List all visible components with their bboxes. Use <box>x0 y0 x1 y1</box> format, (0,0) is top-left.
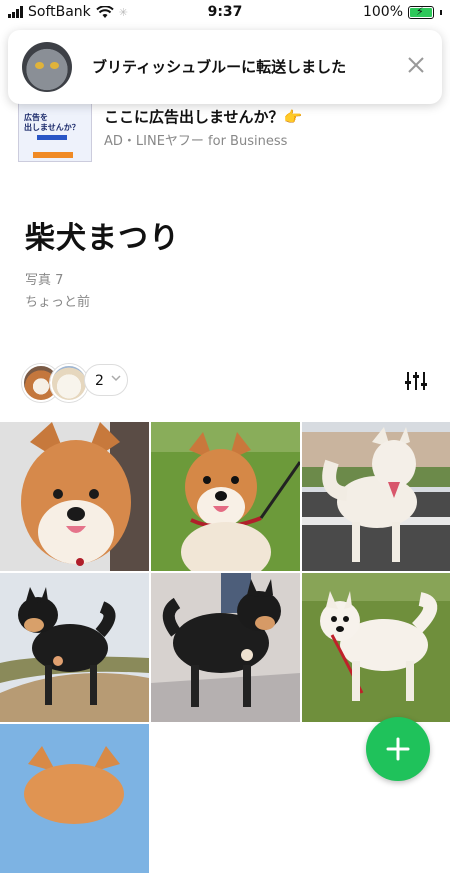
ad-title: ここに広告出しませんか？👉 <box>104 108 303 126</box>
updated-time: ちょっと前 <box>25 295 91 310</box>
add-photo-button[interactable] <box>366 717 430 781</box>
cat-avatar <box>22 42 72 92</box>
chevron-down-icon <box>111 375 121 382</box>
photo-tile[interactable] <box>0 573 149 722</box>
filter-settings-icon[interactable] <box>404 370 428 392</box>
photo-tile[interactable] <box>0 724 149 873</box>
photo-tile[interactable] <box>0 422 149 571</box>
photo-tile[interactable] <box>302 422 450 571</box>
battery-icon: ⚡ <box>408 5 434 19</box>
member-count-button[interactable]: 2 <box>84 364 128 396</box>
notification-message: ブリティッシュブルーに転送しました <box>92 58 347 76</box>
member-avatar <box>50 364 88 402</box>
ad-banner[interactable]: 広告を 出しませんか？ ここに広告出しませんか？👉 AD・LINEヤフー for … <box>0 98 450 166</box>
photo-tile[interactable] <box>302 573 450 722</box>
plus-icon <box>386 737 410 761</box>
battery-label: 100% <box>362 4 403 20</box>
close-icon[interactable] <box>406 55 426 75</box>
photo-count: 写真 7 <box>25 273 64 288</box>
notification-banner[interactable]: ブリティッシュブルーに転送しました <box>8 30 442 104</box>
album-title: 柴犬まつり <box>25 221 180 256</box>
photo-tile[interactable] <box>151 573 300 722</box>
status-bar: SoftBank ✳ 9:37 100% ⚡ <box>0 0 450 26</box>
ad-thumbnail: 広告を 出しませんか？ <box>18 98 92 162</box>
member-count: 2 <box>95 373 104 389</box>
photo-tile[interactable] <box>151 422 300 571</box>
ad-subtitle: AD・LINEヤフー for Business <box>104 134 288 149</box>
